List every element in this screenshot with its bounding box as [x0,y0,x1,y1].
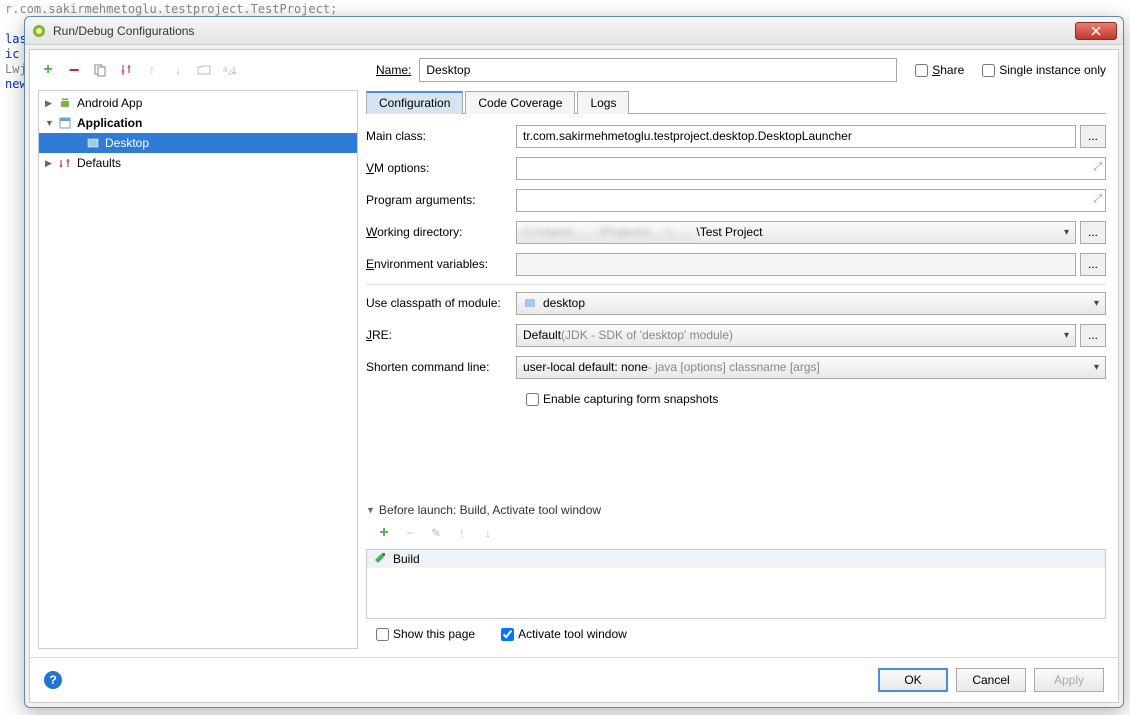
browse-main-class-button[interactable]: ... [1080,125,1106,148]
remove-configuration-button[interactable]: − [64,60,84,80]
before-launch-list[interactable]: Build [366,549,1106,619]
sort-button: az [220,60,240,80]
chevron-down-icon: ▼ [366,505,375,515]
program-args-label: Program arguments: [366,193,516,207]
add-configuration-button[interactable]: + [38,60,58,80]
close-button[interactable] [1075,22,1117,40]
browse-jre-button[interactable]: ... [1080,324,1106,347]
before-launch-toolbar: + − ✎ ↑ ↓ [366,517,1106,549]
tree-node-defaults[interactable]: ▶ Defaults [39,153,357,173]
help-button[interactable]: ? [44,671,62,689]
show-page-checkbox[interactable]: Show this page [376,627,475,641]
move-up-button: ↑ [142,60,162,80]
name-label: Name: [376,63,411,77]
classpath-dropdown[interactable]: desktop [516,292,1106,315]
shorten-dropdown[interactable]: user-local default: none - java [options… [516,356,1106,379]
copy-configuration-button[interactable] [90,60,110,80]
vm-options-input[interactable] [516,157,1106,180]
main-class-input[interactable] [516,125,1076,148]
move-down-button: ↓ [168,60,188,80]
snapshots-checkbox[interactable]: Enable capturing form snapshots [526,392,718,406]
tab-code-coverage[interactable]: Code Coverage [465,91,575,114]
env-vars-label: Environment variables: [366,257,516,271]
app-icon [31,23,47,39]
run-debug-configurations-dialog: Run/Debug Configurations + − ↑ ↓ [24,16,1124,708]
tree-toolbar: + − ↑ ↓ az [38,60,358,80]
before-launch-header[interactable]: ▼ Before launch: Build, Activate tool wi… [366,503,1106,517]
name-input[interactable] [419,58,897,82]
working-dir-input[interactable]: C:\Users\........\Projects\.....\.......… [516,221,1076,244]
browse-working-dir-button[interactable]: ... [1080,221,1106,244]
working-dir-label: Working directory: [366,225,516,239]
tab-logs[interactable]: Logs [577,91,629,114]
module-icon [85,135,101,151]
apply-button: Apply [1034,668,1104,692]
activate-window-checkbox[interactable]: Activate tool window [501,627,627,641]
module-icon [523,296,537,310]
application-icon [57,115,73,131]
hammer-icon [373,552,387,566]
cancel-button[interactable]: Cancel [956,668,1026,692]
configurations-tree[interactable]: ▶ Android App ▼ Application [38,90,358,649]
list-item[interactable]: Build [367,550,1105,568]
share-checkbox[interactable]: Share [915,63,964,77]
move-task-down-button: ↓ [478,523,498,543]
single-instance-checkbox[interactable]: Single instance only [982,63,1106,77]
move-task-up-button: ↑ [452,523,472,543]
jre-dropdown[interactable]: Default (JDK - SDK of 'desktop' module) [516,324,1076,347]
defaults-icon [57,155,73,171]
settings-button[interactable] [116,60,136,80]
chevron-down-icon: ▼ [45,118,57,128]
expand-icon[interactable]: ⤢ [1093,193,1102,206]
browse-env-vars-button[interactable]: ... [1080,253,1106,276]
add-task-button[interactable]: + [374,523,394,543]
remove-task-button: − [400,523,420,543]
dialog-title: Run/Debug Configurations [53,24,1075,38]
android-icon [57,95,73,111]
env-vars-input[interactable] [516,253,1076,276]
folder-button [194,60,214,80]
vm-options-label: VM options: [366,161,516,175]
jre-label: JRE: [366,328,516,342]
program-args-input[interactable] [516,189,1106,212]
tabs: Configuration Code Coverage Logs [366,90,1106,114]
main-class-label: Main class: [366,129,516,143]
ok-button[interactable]: OK [878,668,948,692]
tree-node-application[interactable]: ▼ Application [39,113,357,133]
shorten-label: Shorten command line: [366,360,516,374]
tree-node-desktop[interactable]: Desktop [39,133,357,153]
tab-configuration[interactable]: Configuration [366,91,463,114]
classpath-label: Use classpath of module: [366,296,516,310]
titlebar[interactable]: Run/Debug Configurations [25,17,1123,45]
expand-icon[interactable]: ⤢ [1093,161,1102,174]
chevron-right-icon: ▶ [45,98,57,109]
tree-node-android-app[interactable]: ▶ Android App [39,93,357,113]
chevron-right-icon: ▶ [45,158,57,169]
edit-task-button: ✎ [426,523,446,543]
svg-text:z: z [228,68,232,77]
